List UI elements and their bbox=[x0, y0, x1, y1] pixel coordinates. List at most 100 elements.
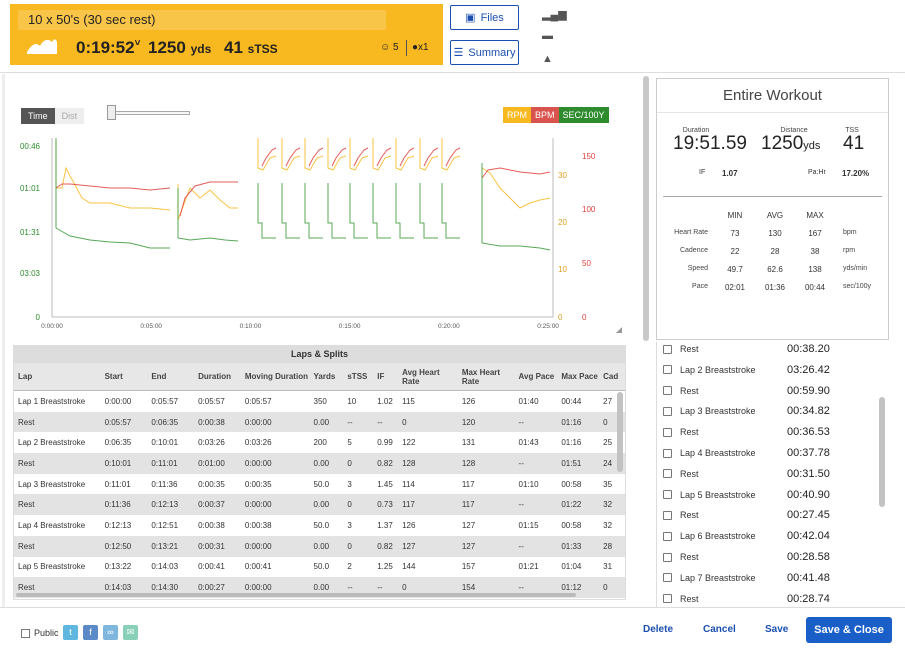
legend-bpm[interactable]: BPM bbox=[531, 107, 559, 123]
interval-item[interactable]: Rest 00:38.20 bbox=[657, 342, 877, 359]
legend-pace[interactable]: SEC/100Y bbox=[558, 107, 609, 123]
interval-checkbox[interactable] bbox=[663, 448, 672, 458]
save-button[interactable]: Save bbox=[765, 624, 788, 635]
interval-checkbox[interactable] bbox=[663, 573, 672, 583]
interval-checkbox[interactable] bbox=[663, 427, 672, 437]
interval-item[interactable]: Lap 5 Breaststroke 00:40.90 bbox=[657, 485, 877, 505]
link-icon[interactable]: ∞ bbox=[103, 625, 118, 640]
interval-item[interactable]: Lap 7 Breaststroke 00:41.48 bbox=[657, 568, 877, 588]
table-row[interactable]: Rest 0:12:50 0:13:21 0:00:31 0:00:00 0.00 0 0.8… bbox=[14, 535, 625, 557]
comment-icon[interactable]: ▬ bbox=[542, 30, 553, 42]
legend-rpm[interactable]: RPM bbox=[503, 107, 531, 123]
table-cell: 50.0 bbox=[313, 479, 330, 489]
interval-checkbox[interactable] bbox=[663, 469, 672, 479]
resize-handle-icon[interactable] bbox=[616, 327, 622, 333]
header-duration[interactable]: 0:19:52˅ bbox=[76, 38, 140, 58]
table-row[interactable]: Lap 1 Breaststroke 0:00:00 0:05:57 0:05:57 0… bbox=[14, 391, 625, 412]
interval-checkbox[interactable] bbox=[663, 531, 672, 541]
interval-checkbox[interactable] bbox=[663, 365, 672, 375]
interval-time: 03:26.42 bbox=[787, 363, 830, 376]
save-close-button[interactable]: Save & Close bbox=[806, 617, 892, 643]
public-toggle[interactable]: Public bbox=[21, 628, 59, 638]
swim-icon bbox=[27, 39, 57, 54]
interval-item[interactable]: Rest 00:36.53 bbox=[657, 422, 877, 442]
workout-title-input[interactable]: 10 x 50's (30 sec rest) bbox=[18, 10, 386, 30]
interval-checkbox[interactable] bbox=[663, 386, 672, 396]
laps-col-header[interactable]: Cad bbox=[599, 363, 625, 390]
interval-item[interactable]: Lap 4 Breaststroke 00:37.78 bbox=[657, 443, 877, 463]
laps-vertical-scrollbar[interactable] bbox=[617, 392, 623, 472]
interval-checkbox[interactable] bbox=[663, 490, 672, 500]
facebook-icon[interactable]: f bbox=[83, 625, 98, 640]
interval-item[interactable]: Rest 00:27.45 bbox=[657, 505, 877, 525]
table-cell: 120 bbox=[461, 417, 476, 427]
time-toggle[interactable]: Time bbox=[21, 108, 55, 124]
files-button[interactable]: ▣ Files bbox=[450, 5, 519, 30]
time-dist-toggle[interactable]: Time Dist bbox=[21, 108, 85, 124]
distance-value: 1250 bbox=[148, 38, 186, 57]
interval-item[interactable]: Rest 00:31.50 bbox=[657, 464, 877, 484]
panel-scrollbar[interactable] bbox=[643, 76, 649, 341]
laps-col-header[interactable]: Duration bbox=[194, 363, 241, 390]
table-row[interactable]: Lap 5 Breaststroke 0:13:22 0:14:03 0:00:41 0… bbox=[14, 556, 625, 578]
table-cell: 0:00:41 bbox=[198, 562, 225, 572]
public-checkbox[interactable] bbox=[21, 628, 30, 638]
summary-button[interactable]: ☰ Summary bbox=[450, 40, 519, 65]
interval-checkbox[interactable] bbox=[663, 552, 672, 562]
feel-indicator[interactable]: ☺ 5 bbox=[380, 42, 399, 53]
laps-col-header[interactable]: Max Pace bbox=[557, 363, 599, 390]
laps-col-header[interactable]: Start bbox=[101, 363, 148, 390]
dist-toggle[interactable]: Dist bbox=[54, 108, 85, 124]
email-icon[interactable]: ✉ bbox=[123, 625, 138, 640]
laps-col-header[interactable]: Yards bbox=[310, 363, 344, 390]
cancel-button[interactable]: Cancel bbox=[703, 624, 736, 635]
table-row[interactable]: Rest 0:11:36 0:12:13 0:00:37 0:00:00 0.00 0 0.7… bbox=[14, 494, 625, 516]
twitter-icon[interactable]: t bbox=[63, 625, 78, 640]
interval-item[interactable]: Lap 2 Breaststroke 03:26.42 bbox=[657, 360, 877, 380]
table-cell: 0:12:13 bbox=[151, 500, 179, 510]
table-row[interactable]: Rest 0:10:01 0:11:01 0:01:00 0:00:00 0.00 0 0.8… bbox=[14, 453, 625, 474]
table-row[interactable]: Lap 2 Breaststroke 0:06:35 0:10:01 0:03:26 0… bbox=[14, 432, 625, 454]
zoom-slider-track[interactable] bbox=[110, 111, 190, 115]
laps-col-header[interactable]: Avg Pace bbox=[515, 363, 558, 390]
interval-item[interactable]: Rest 00:28.58 bbox=[657, 547, 877, 567]
laps-col-header[interactable]: Max Heart Rate bbox=[458, 363, 515, 390]
interval-checkbox[interactable] bbox=[663, 510, 672, 520]
laps-col-header[interactable]: Lap bbox=[14, 363, 101, 390]
delete-button[interactable]: Delete bbox=[643, 624, 673, 635]
table-row[interactable]: Rest 0:05:57 0:06:35 0:00:38 0:00:00 0.00 -- --… bbox=[14, 411, 625, 433]
bpm-series-line bbox=[55, 183, 171, 191]
intervals-scrollbar[interactable] bbox=[879, 397, 885, 507]
comment-indicator[interactable]: ●x1 bbox=[412, 42, 429, 53]
table-row[interactable]: Lap 3 Breaststroke 0:11:01 0:11:36 0:00:35 0… bbox=[14, 473, 625, 495]
laps-horizontal-scrollbar[interactable] bbox=[16, 593, 576, 597]
laps-col-header[interactable]: IF bbox=[373, 363, 398, 390]
interval-checkbox[interactable] bbox=[663, 594, 672, 604]
pace-series-line bbox=[419, 183, 438, 239]
table-cell: 0:11:01 bbox=[151, 458, 178, 468]
table-cell: Lap 3 Breaststroke bbox=[18, 479, 86, 489]
laps-col-header[interactable]: sTSS bbox=[343, 363, 373, 390]
table-cell: 0.73 bbox=[377, 500, 393, 510]
laps-col-header[interactable]: Avg Heart Rate bbox=[398, 363, 458, 390]
table-cell: 117 bbox=[461, 500, 475, 510]
interval-checkbox[interactable] bbox=[663, 406, 672, 416]
workout-chart[interactable]: 0:00:00 0:05:00 0:10:00 0:15:00 0:20:00 0:25:… bbox=[10, 128, 630, 338]
interval-item[interactable]: Rest 00:28.74 bbox=[657, 589, 877, 607]
interval-item[interactable]: Lap 6 Breaststroke 00:42.04 bbox=[657, 526, 877, 546]
laps-col-header[interactable]: End bbox=[147, 363, 194, 390]
grid-unit: sec/100y bbox=[843, 283, 872, 290]
interval-checkbox[interactable] bbox=[663, 344, 672, 354]
laps-col-header[interactable]: Moving Duration bbox=[241, 363, 310, 390]
zoom-slider-handle[interactable] bbox=[107, 105, 116, 120]
chart-legend: RPM BPM SEC/100Y bbox=[503, 107, 609, 123]
table-cell: -- bbox=[518, 500, 524, 510]
table-cell: 0:13:21 bbox=[151, 541, 179, 551]
mountain-icon[interactable]: ▲ bbox=[542, 53, 553, 65]
interval-item[interactable]: Lap 3 Breaststroke 00:34.82 bbox=[657, 401, 877, 421]
feel-count: 5 bbox=[393, 42, 399, 53]
table-row[interactable]: Lap 4 Breaststroke 0:12:13 0:12:51 0:00:38 0… bbox=[14, 515, 625, 536]
bar-chart-icon[interactable]: ▂▄▆ bbox=[542, 8, 567, 21]
table-cell: 0:00:35 bbox=[198, 479, 225, 489]
interval-item[interactable]: Rest 00:59.90 bbox=[657, 381, 877, 401]
